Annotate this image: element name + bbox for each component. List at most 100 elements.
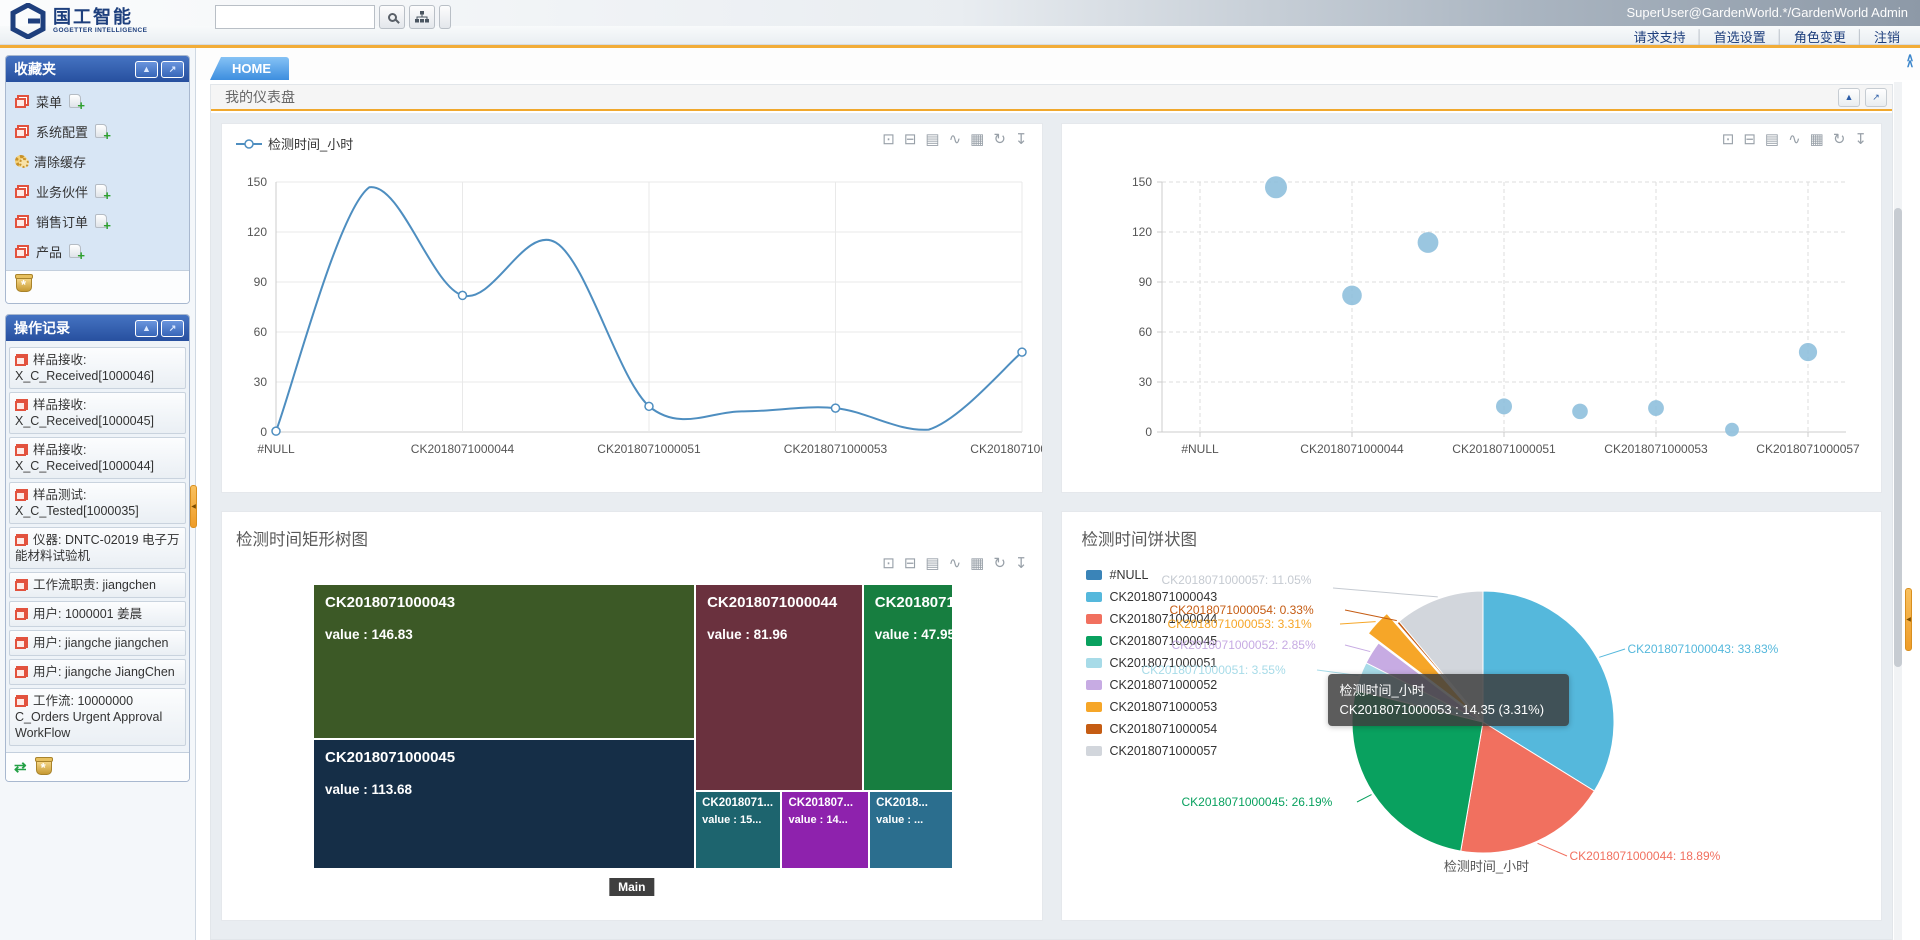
tab-home[interactable]: HOME [210, 57, 289, 80]
dashboard-collapse-button[interactable]: ▲ [1838, 88, 1860, 107]
treemap-breadcrumb[interactable]: Main [609, 878, 654, 896]
top-link[interactable]: 注销 [1864, 27, 1910, 46]
trash-icon[interactable] [36, 760, 52, 775]
data-view-icon[interactable]: ▤ [1765, 132, 1779, 148]
add-document-icon[interactable] [95, 184, 107, 198]
history-collapse-button[interactable]: ▲ [135, 320, 158, 337]
line-chart-icon[interactable]: ∿ [949, 132, 962, 148]
svg-text:#NULL: #NULL [1181, 442, 1219, 456]
svg-text:CK2018071000057: CK2018071000057 [970, 442, 1042, 456]
favorite-item[interactable]: 清除缓存 [6, 146, 189, 176]
history-item[interactable]: 用户: jiangche jiangchen [9, 630, 186, 656]
line-chart-icon[interactable]: ∿ [949, 556, 962, 572]
top-link[interactable]: 角色变更 [1784, 27, 1856, 46]
history-item[interactable]: 用户: jiangche JiangChen [9, 659, 186, 685]
favorites-panel-header: 收藏夹 ▲ ↗ [6, 56, 189, 82]
favorite-item-label: 业务伙伴 [36, 182, 88, 201]
restore-icon[interactable]: ↻ [993, 556, 1006, 572]
treemap-cell-value: value : 14... [788, 814, 862, 826]
line-chart-icon[interactable]: ∿ [1788, 132, 1801, 148]
download-icon[interactable]: ↧ [1015, 132, 1028, 148]
history-item[interactable]: 仪器: DNTC-02019 电子万能材料试验机 [9, 527, 186, 569]
favorite-item[interactable]: 系统配置 [6, 116, 189, 146]
toolbar-extra-button[interactable] [439, 5, 451, 29]
app-logo: 国工智能 GOGETTER INTELLIGENCE [10, 3, 147, 39]
windows-icon [15, 489, 28, 501]
history-item[interactable]: 用户: 1000001 姜晨 [9, 601, 186, 627]
sidebar-splitter-handle[interactable]: ◀ [190, 485, 197, 528]
favorites-collapse-button[interactable]: ▲ [135, 61, 158, 78]
top-link[interactable]: 请求支持 [1624, 27, 1696, 46]
add-document-icon[interactable] [69, 244, 81, 258]
favorite-item-label: 系统配置 [36, 122, 88, 141]
history-item[interactable]: 工作流职责: jiangchen [9, 572, 186, 598]
history-panel: 操作记录 ▲ ↗ 样品接收: X_C_Received[1000046]样品接收… [5, 314, 190, 782]
bar-chart-icon[interactable]: ▦ [970, 556, 984, 572]
windows-icon [15, 534, 28, 546]
windows-icon [15, 95, 29, 108]
pie-caption: 检测时间_小时 [1402, 856, 1572, 875]
svg-text:30: 30 [1138, 375, 1152, 389]
treemap-cell-name: CK201807... [788, 797, 862, 809]
gears-icon [15, 155, 27, 167]
restore-icon[interactable]: ↻ [993, 132, 1006, 148]
download-icon[interactable]: ↧ [1854, 132, 1867, 148]
top-link[interactable]: 首选设置 [1704, 27, 1776, 46]
treemap-cell[interactable]: CK2018071...value : 15... [695, 791, 781, 869]
global-search-input[interactable] [215, 5, 375, 29]
svg-text:CK2018071000051: CK2018071000051 [597, 442, 701, 456]
history-expand-button[interactable]: ↗ [161, 320, 184, 337]
collapse-panel-icon[interactable]: ∧∧ [1906, 55, 1914, 67]
bar-chart-icon[interactable]: ▦ [970, 132, 984, 148]
favorite-item[interactable]: 产品 [6, 236, 189, 266]
restore-icon[interactable]: ↻ [1833, 132, 1846, 148]
svg-text:CK2018071000051: CK2018071000051 [1452, 442, 1556, 456]
favorites-expand-button[interactable]: ↗ [161, 61, 184, 78]
data-view-icon[interactable]: ▤ [925, 132, 939, 148]
area-zoom-icon[interactable]: ⊡ [1722, 132, 1735, 148]
pie-slice-label: CK2018071000043: 33.83% [1628, 642, 1779, 656]
line-legend-item[interactable]: 检测时间_小时 [236, 134, 353, 153]
right-splitter-handle[interactable]: ◀ [1905, 588, 1912, 651]
add-document-icon[interactable] [95, 124, 107, 138]
scrollbar-thumb[interactable] [1894, 208, 1902, 667]
history-item[interactable]: 样品接收: X_C_Received[1000046] [9, 347, 186, 389]
treemap-cell[interactable]: CK2018...value : ... [869, 791, 953, 869]
treemap-cell[interactable]: CK2018071000044value : 81.96 [695, 584, 863, 791]
history-item[interactable]: 样品测试: X_C_Tested[1000035] [9, 482, 186, 524]
svg-text:60: 60 [254, 325, 268, 339]
favorite-item[interactable]: 菜单 [6, 86, 189, 116]
treemap-cell[interactable]: CK2018071000045value : 113.68 [313, 739, 695, 869]
area-zoom-icon[interactable]: ⊡ [882, 556, 895, 572]
trash-icon[interactable] [16, 277, 32, 292]
refresh-icon[interactable]: ⇄ [14, 758, 27, 776]
zoom-reset-icon[interactable]: ⊟ [904, 132, 917, 148]
top-links: 请求支持│首选设置│角色变更│注销 [1624, 27, 1910, 46]
add-document-icon[interactable] [95, 214, 107, 228]
favorite-item[interactable]: 业务伙伴 [6, 176, 189, 206]
add-document-icon[interactable] [69, 94, 81, 108]
favorite-item[interactable]: 销售订单 [6, 206, 189, 236]
search-button[interactable] [379, 5, 405, 29]
treemap-cell[interactable]: CK201807... value : 14... [781, 791, 869, 869]
treemap-cell[interactable]: CK2018071..value : 47.95 [863, 584, 953, 791]
zoom-reset-icon[interactable]: ⊟ [1743, 132, 1756, 148]
treemap-cell-name: CK2018071000044 [707, 594, 851, 611]
data-view-icon[interactable]: ▤ [925, 556, 939, 572]
svg-text:#NULL: #NULL [257, 442, 295, 456]
download-icon[interactable]: ↧ [1015, 556, 1028, 572]
history-item[interactable]: 工作流: 10000000 C_Orders Urgent Approval W… [9, 688, 186, 746]
dashboard-maximize-button[interactable]: ↗ [1865, 88, 1887, 107]
bar-chart-icon[interactable]: ▦ [1810, 132, 1824, 148]
treemap-cell[interactable]: CK2018071000043value : 146.83 [313, 584, 695, 739]
treemap-cell-name: CK2018071... [702, 797, 774, 809]
area-zoom-icon[interactable]: ⊡ [882, 132, 895, 148]
svg-text:150: 150 [1131, 175, 1151, 189]
history-item[interactable]: 样品接收: X_C_Received[1000045] [9, 392, 186, 434]
scatter-chart-panel: ⊡⊟▤∿▦↻↧ 0306090120150#NULLCK201807100004… [1061, 123, 1883, 493]
pie-tooltip: 检测时间_小时 CK2018071000053 : 14.35 (3.31%) [1328, 674, 1569, 726]
history-item[interactable]: 样品接收: X_C_Received[1000044] [9, 437, 186, 479]
svg-text:150: 150 [247, 175, 267, 189]
zoom-reset-icon[interactable]: ⊟ [904, 556, 917, 572]
menu-tree-button[interactable] [409, 5, 435, 29]
